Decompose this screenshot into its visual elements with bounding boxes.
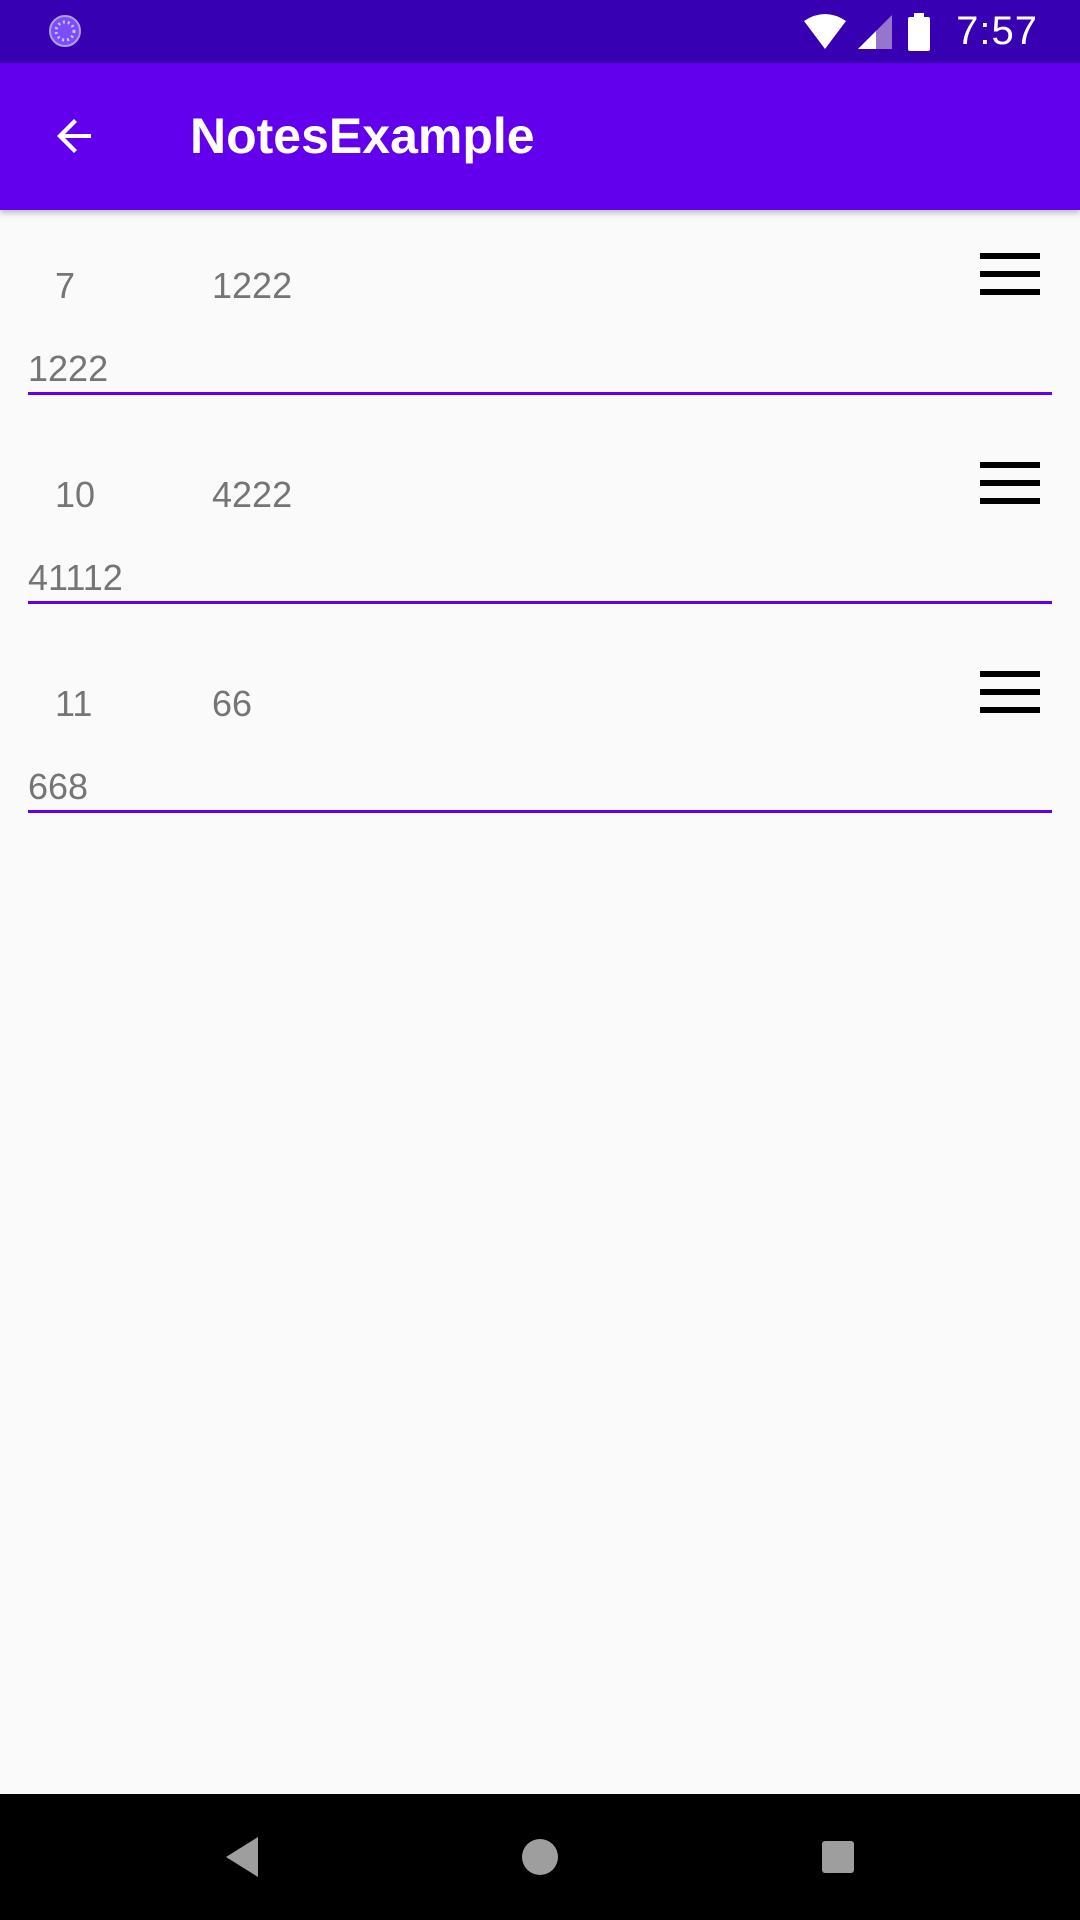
home-nav-button[interactable]: [510, 1827, 570, 1887]
drag-handle-icon[interactable]: [980, 462, 1042, 506]
arrow-back-icon: [57, 119, 91, 153]
app-title: NotesExample: [190, 108, 535, 164]
home-nav-icon: [522, 1839, 558, 1875]
drag-handle-icon[interactable]: [980, 671, 1042, 715]
loading-icon: [49, 15, 81, 47]
note-title: 1222: [212, 265, 293, 306]
status-icons: 7:57: [802, 0, 1080, 63]
note-title: 4222: [212, 474, 293, 515]
battery-icon: [908, 12, 931, 51]
note-body-field[interactable]: [28, 555, 1052, 604]
note-id: 11: [55, 683, 93, 724]
note-title: 66: [212, 683, 253, 724]
system-nav-bar: [0, 1794, 1080, 1920]
back-button[interactable]: [30, 91, 120, 181]
app-bar: NotesExample: [0, 63, 1080, 210]
recents-nav-button[interactable]: [808, 1827, 868, 1887]
recents-nav-icon: [822, 1841, 854, 1873]
note-row[interactable]: 11 66: [0, 628, 1080, 837]
note-id: 10: [55, 474, 96, 515]
cellular-icon: [858, 14, 893, 49]
note-row[interactable]: 7 1222: [0, 210, 1080, 419]
back-nav-button[interactable]: [212, 1827, 272, 1887]
notes-list: 7 1222 10 4222 11 66: [0, 210, 1080, 837]
drag-handle-icon[interactable]: [980, 253, 1042, 297]
wifi-icon: [804, 13, 847, 49]
back-nav-icon: [226, 1837, 258, 1877]
note-id: 7: [55, 265, 76, 306]
note-body-field[interactable]: [28, 346, 1052, 395]
status-bar: 7:57: [0, 0, 1080, 63]
note-body-field[interactable]: [28, 764, 1052, 813]
status-time: 7:57: [956, 9, 1038, 53]
note-row[interactable]: 10 4222: [0, 419, 1080, 628]
